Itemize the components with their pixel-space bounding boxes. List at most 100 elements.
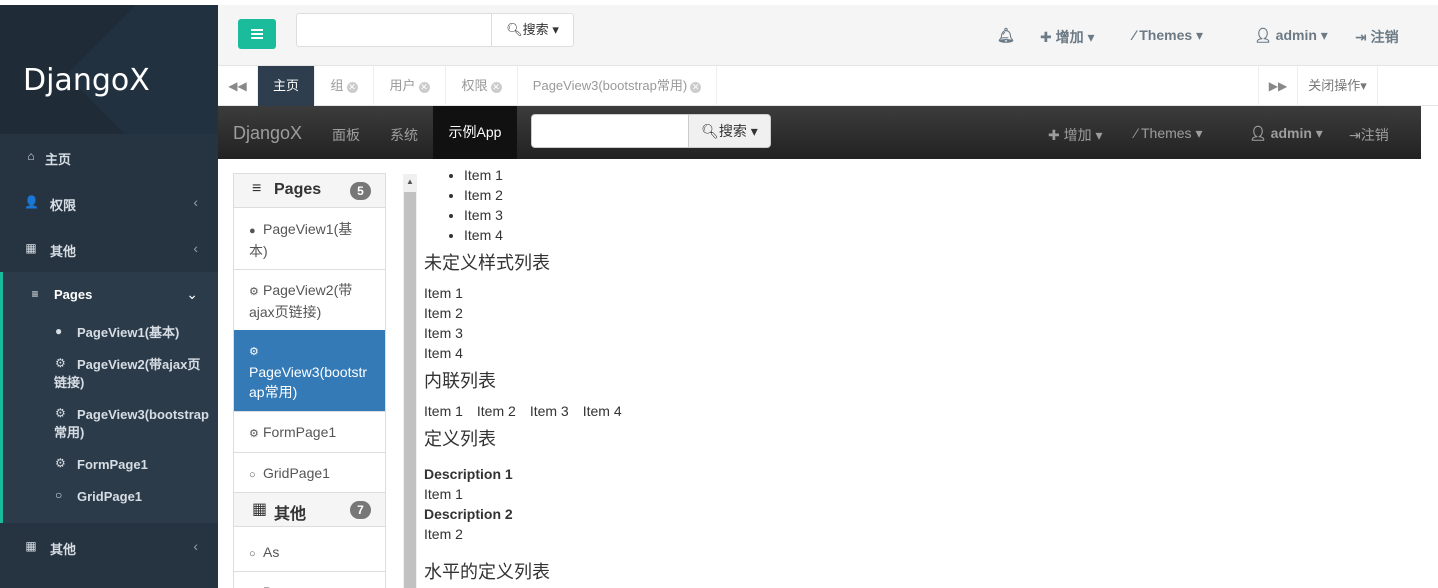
inner-navbar: DjangoX 面板 系统 示例App 🔍︎搜索 ▾ ✚ 增加 ▾ ⁄ Them… — [218, 106, 1421, 159]
hamburger-icon — [251, 29, 263, 31]
user-menu[interactable]: 👤︎ admin ▾ — [1254, 27, 1328, 44]
inner-search-button[interactable]: 🔍︎搜索 ▾ — [688, 114, 771, 148]
inner-brand[interactable]: DjangoX — [233, 123, 302, 144]
bulleted-list: Item 1 Item 2 Item 3 Item 4 — [424, 165, 1124, 245]
list-item: Item 2 — [476, 403, 516, 419]
inner-themes-menu[interactable]: ⁄ Themes ▾ — [1135, 125, 1202, 142]
list-item: Item 3 — [424, 325, 463, 341]
chevron-left-icon: ‹ — [193, 538, 198, 554]
tab-home[interactable]: 主页 — [258, 66, 315, 106]
sidebar-sub-label: PageView3(bootstrap 常用) — [54, 407, 209, 440]
search-button[interactable]: 🔍︎搜索 ▾ — [491, 13, 574, 47]
chevron-left-icon: ‹ — [193, 240, 198, 256]
bell-icon[interactable]: 🔔︎ — [997, 27, 1015, 44]
sidebar-item-pages[interactable]: ≡ Pages ⌄ — [0, 272, 218, 318]
search-input[interactable] — [296, 13, 492, 47]
sidebar-item-label: 主页 — [45, 152, 72, 167]
chevron-left-icon: ‹ — [193, 194, 198, 210]
nav-link-system[interactable]: 系统 — [390, 125, 418, 145]
tab-pageview3[interactable]: PageView3(bootstrap常用) ✕ — [518, 66, 717, 106]
panel-scrollbar[interactable]: ▲ — [403, 174, 417, 588]
user-icon: 👤︎ — [1249, 125, 1267, 141]
sidebar-item-permissions[interactable]: 👤 权限 ‹ — [0, 180, 218, 226]
themes-menu[interactable]: ⁄ Themes ▾ — [1133, 27, 1203, 44]
user-plus-icon: 👤 — [24, 195, 39, 209]
list-item: Item 2 — [464, 185, 1124, 205]
list-item: Item 1 — [464, 165, 1124, 185]
gear-icon: ⚙ — [55, 456, 66, 470]
plus-icon: ✚ — [1048, 127, 1060, 143]
close-icon[interactable]: ✕ — [418, 82, 430, 93]
menu-toggle-button[interactable] — [238, 19, 276, 49]
list-item: Item 2 — [424, 305, 463, 321]
grid-icon: ▦ — [25, 539, 37, 553]
circle-icon: ● — [55, 324, 63, 338]
definition-term: Description 2 — [424, 506, 513, 522]
nav-link-example-app[interactable]: 示例App — [433, 106, 517, 159]
list-item-gridpage1[interactable]: ○ GridPage1 — [234, 453, 385, 493]
nav-link-dashboard[interactable]: 面板 — [332, 125, 360, 145]
inner-user-menu[interactable]: 👤︎ admin ▾ — [1249, 125, 1323, 142]
close-icon[interactable]: ✕ — [490, 82, 502, 93]
count-badge: 7 — [350, 501, 371, 519]
sidebar-item-other-2[interactable]: ▦ 其他 ‹ — [0, 524, 218, 570]
gear-icon: ⚙ — [55, 406, 66, 420]
horizontal-definition-list-heading: 水平的定义列表 — [424, 562, 550, 582]
sidebar-item-other[interactable]: ▦ 其他 ‹ — [0, 226, 218, 272]
list-item: Item 4 — [582, 403, 622, 419]
tab-permissions[interactable]: 权限 ✕ — [446, 66, 518, 106]
list-item: Item 3 — [529, 403, 569, 419]
brand-logo-text[interactable]: DjangoX — [23, 63, 150, 98]
tab-users[interactable]: 用户 ✕ — [374, 66, 446, 106]
count-badge: 5 — [350, 182, 371, 200]
list-item-as[interactable]: ○ As — [234, 532, 385, 572]
definition-list-heading: 定义列表 — [424, 429, 496, 449]
sidebar-item-label: Pages — [54, 287, 93, 302]
forward-icon: ▶▶ — [1268, 79, 1288, 93]
tab-scroll-left-button[interactable]: ◀◀ — [218, 66, 258, 106]
list-item: Item 3 — [464, 205, 1124, 225]
sidebar-brand[interactable]: DjangoX — [0, 5, 218, 134]
other-list-header[interactable]: ▦ 其他 7 — [234, 493, 385, 527]
home-icon: ⌂ — [27, 149, 35, 163]
pages-list-header[interactable]: ≡ Pages 5 — [234, 174, 385, 208]
gear-icon: ⚙ — [55, 356, 66, 370]
sidebar-item-home[interactable]: ⌂ 主页 — [0, 134, 218, 180]
definition-desc: Item 2 — [424, 526, 463, 542]
sidebar-item-label: 其他 — [50, 244, 77, 259]
close-icon[interactable]: ✕ — [690, 82, 702, 93]
sign-out-icon: ⇥ — [1355, 29, 1367, 45]
caret-down-icon: ▾ — [552, 22, 559, 37]
close-icon[interactable]: ✕ — [346, 82, 358, 93]
close-operations-dropdown[interactable]: 关闭操作▾ — [1298, 66, 1378, 106]
list-item-b[interactable]: ⚙B — [234, 572, 385, 588]
list-item-pageview3[interactable]: ⚙ PageView3(bootstrap常用) — [234, 330, 385, 412]
chevron-down-icon: ⌄ — [186, 286, 198, 302]
list-icon: ≡ — [31, 287, 39, 301]
tab-group[interactable]: 组 ✕ — [315, 66, 374, 106]
list-item-pageview2[interactable]: ⚙ PageView2(带ajax页链接) — [234, 270, 385, 331]
magic-wand-icon: ⁄ — [1133, 27, 1136, 43]
inner-search-input[interactable] — [531, 114, 689, 148]
tab-scroll-right-button[interactable]: ▶▶ — [1258, 66, 1298, 106]
gear-icon: ⚙ — [249, 286, 259, 298]
sidebar-sub-label: GridPage1 — [77, 489, 143, 504]
list-item-formpage1[interactable]: ⚙ FormPage1 — [234, 412, 385, 453]
circle-icon: ● — [249, 225, 256, 237]
pages-list-panel: ≡ Pages 5 ● PageView1(基本) ⚙ PageView2(带aja… — [233, 173, 386, 588]
logout-link[interactable]: ⇥ 注销 — [1355, 27, 1399, 47]
inner-add-menu[interactable]: ✚ 增加 ▾ — [1048, 125, 1103, 145]
main-content: Item 1 Item 2 Item 3 Item 4 未定义样式列表 Item… — [424, 165, 1124, 588]
unstyled-list-heading: 未定义样式列表 — [424, 253, 550, 273]
list-item-pageview1[interactable]: ● PageView1(基本) — [234, 209, 385, 270]
sidebar-sub-label: PageView2(带ajax页 链接) — [54, 357, 201, 390]
add-menu[interactable]: ✚ 增加 ▾ — [1040, 27, 1095, 47]
list-item: Item 4 — [464, 225, 1124, 245]
gear-icon: ⚙ — [249, 346, 259, 358]
inner-logout-link[interactable]: ⇥注销 — [1349, 125, 1389, 145]
user-icon: 👤︎ — [1254, 27, 1272, 43]
scrollbar-thumb[interactable] — [404, 192, 416, 588]
list-item: Item 1 — [424, 285, 463, 301]
definition-desc: Item 1 — [424, 486, 463, 502]
scroll-up-arrow-icon[interactable]: ▲ — [406, 177, 414, 186]
